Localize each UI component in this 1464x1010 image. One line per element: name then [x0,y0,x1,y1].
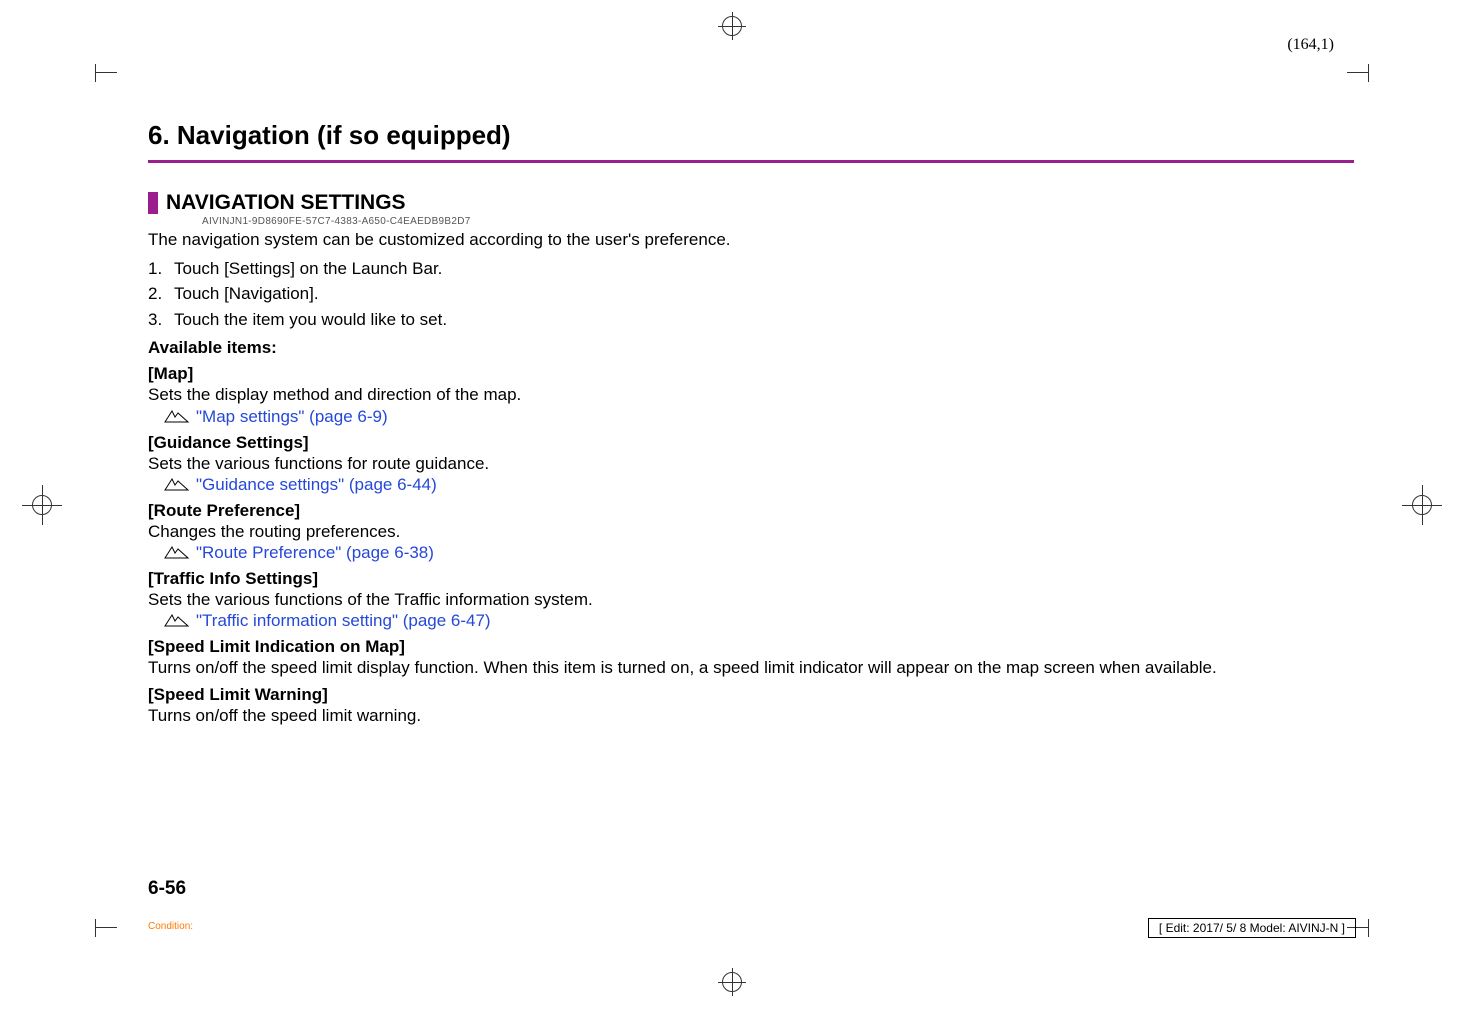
edit-info-box: [ Edit: 2017/ 5/ 8 Model: AIVINJ-N ] [1148,918,1356,938]
crop-mark-bottom-left [95,927,117,928]
reference-row: "Traffic information setting" (page 6-47… [164,611,1354,631]
page-number: 6-56 [148,878,186,900]
intro-text: The navigation system can be customized … [148,229,1354,252]
print-crosshair-right [1402,485,1442,525]
section-title: NAVIGATION SETTINGS [166,191,406,215]
reference-icon [164,614,190,627]
section-code: AIVINJN1-9D8690FE-57C7-4383-A650-C4EAEDB… [202,216,1354,227]
condition-label: Condition: [148,921,193,932]
step-text: Touch [Settings] on the Launch Bar. [174,259,442,278]
print-crosshair-left [22,485,62,525]
step-text: Touch the item you would like to set. [174,310,447,329]
section-accent-bar [148,192,158,214]
reference-icon [164,546,190,559]
item-heading: [Speed Limit Indication on Map] [148,637,1354,657]
step-number: 3. [148,307,174,333]
reference-row: "Route Preference" (page 6-38) [164,543,1354,563]
item-heading: [Traffic Info Settings] [148,569,1354,589]
step-item: 2.Touch [Navigation]. [148,281,1354,307]
item-heading: [Guidance Settings] [148,433,1354,453]
page-content: 6. Navigation (if so equipped) NAVIGATIO… [148,120,1354,910]
print-crosshair-bottom [712,968,752,998]
available-items-label: Available items: [148,338,1354,358]
print-crosshair-top [712,12,752,42]
page-coord-label: (164,1) [1287,36,1334,54]
item-desc: Sets the display method and direction of… [148,384,1354,406]
step-text: Touch [Navigation]. [174,284,319,303]
item-heading: [Map] [148,364,1354,384]
step-number: 1. [148,256,174,282]
crop-mark-top-right [1347,72,1369,73]
step-item: 1.Touch [Settings] on the Launch Bar. [148,256,1354,282]
step-number: 2. [148,281,174,307]
reference-icon [164,478,190,491]
chapter-divider [148,160,1354,163]
item-desc: Turns on/off the speed limit warning. [148,705,1354,727]
reference-link[interactable]: "Traffic information setting" (page 6-47… [196,611,491,631]
reference-icon [164,410,190,423]
item-heading: [Speed Limit Warning] [148,685,1354,705]
item-heading: [Route Preference] [148,501,1354,521]
item-desc: Sets the various functions for route gui… [148,453,1354,475]
steps-list: 1.Touch [Settings] on the Launch Bar. 2.… [148,256,1354,333]
reference-link[interactable]: "Route Preference" (page 6-38) [196,543,434,563]
item-desc: Turns on/off the speed limit display fun… [148,657,1354,679]
item-desc: Changes the routing preferences. [148,521,1354,543]
step-item: 3.Touch the item you would like to set. [148,307,1354,333]
reference-row: "Map settings" (page 6-9) [164,407,1354,427]
reference-row: "Guidance settings" (page 6-44) [164,475,1354,495]
chapter-title: 6. Navigation (if so equipped) [148,120,1354,151]
item-desc: Sets the various functions of the Traffi… [148,589,1354,611]
crop-mark-top-left [95,72,117,73]
reference-link[interactable]: "Guidance settings" (page 6-44) [196,475,437,495]
reference-link[interactable]: "Map settings" (page 6-9) [196,407,388,427]
